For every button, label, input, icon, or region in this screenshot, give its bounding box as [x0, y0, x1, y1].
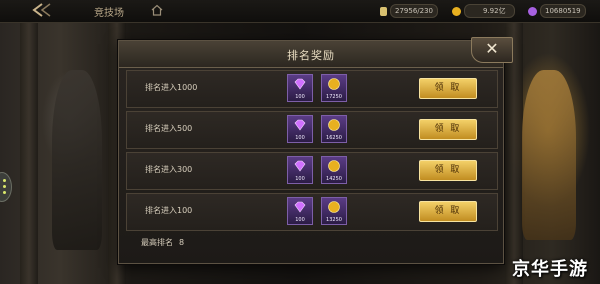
gem-value: 10680519: [540, 4, 586, 18]
gem-counter: 10680519: [528, 4, 586, 18]
gold-coin-icon: [328, 119, 340, 131]
close-button[interactable]: ✕: [471, 37, 513, 63]
back-button[interactable]: [30, 2, 58, 18]
reward-row-label: 排名进入100: [145, 206, 193, 215]
page-title: 竞技场: [94, 8, 124, 19]
claim-button[interactable]: 领 取: [419, 119, 477, 140]
stamina-counter: 27956/230: [380, 4, 438, 18]
gold-coin-icon: [328, 78, 340, 90]
claim-button[interactable]: 领 取: [419, 160, 477, 181]
item-quantity: 14250: [326, 176, 342, 182]
gem-icon: [294, 78, 306, 90]
best-rank: 最高排名 8: [141, 237, 184, 248]
gem-icon: [294, 201, 306, 213]
item-quantity: 16250: [326, 135, 342, 141]
statue: [522, 70, 576, 240]
best-rank-value: 8: [179, 238, 185, 247]
gold-value: 9.92亿: [464, 4, 515, 18]
gem-reward-item[interactable]: 100: [287, 74, 313, 102]
statue: [52, 70, 102, 250]
gold-coin-icon: [328, 160, 340, 172]
item-quantity: 100: [295, 217, 305, 223]
reward-row: 排名进入100 100 13250 领 取: [126, 193, 498, 231]
dialog-title: 排名奖励: [287, 49, 335, 62]
gold-coin-icon: [328, 201, 340, 213]
gem-icon: [528, 6, 537, 16]
dialog-header: 排名奖励: [119, 41, 503, 68]
top-bar: 竞技场 27956/230 9.92亿 10680519: [0, 0, 600, 23]
pillar: [20, 22, 38, 284]
lightning-icon: [380, 6, 387, 16]
best-rank-label: 最高排名: [141, 238, 173, 247]
gem-icon: [294, 160, 306, 172]
gem-reward-item[interactable]: 100: [287, 197, 313, 225]
reward-row: 排名进入1000 100 17250 领 取: [126, 70, 498, 108]
claim-button[interactable]: 领 取: [419, 201, 477, 222]
reward-list: 排名进入1000 100 17250 领 取 排名进入500 100 16250…: [126, 70, 498, 234]
reward-row: 排名进入500 100 16250 领 取: [126, 111, 498, 149]
claim-button[interactable]: 领 取: [419, 78, 477, 99]
stamina-value: 27956/230: [390, 4, 438, 18]
item-quantity: 17250: [326, 94, 342, 100]
home-icon[interactable]: [151, 4, 163, 16]
back-arrow-icon: [32, 3, 51, 17]
item-quantity: 13250: [326, 217, 342, 223]
reward-row: 排名进入300 100 14250 领 取: [126, 152, 498, 190]
coin-reward-item[interactable]: 14250: [321, 156, 347, 184]
gold-coin-icon: [452, 6, 461, 16]
item-quantity: 100: [295, 94, 305, 100]
item-quantity: 100: [295, 135, 305, 141]
gem-reward-item[interactable]: 100: [287, 156, 313, 184]
close-icon: ✕: [485, 39, 499, 58]
gem-reward-item[interactable]: 100: [287, 115, 313, 143]
coin-reward-item[interactable]: 13250: [321, 197, 347, 225]
coin-reward-item[interactable]: 16250: [321, 115, 347, 143]
item-quantity: 100: [295, 176, 305, 182]
reward-row-label: 排名进入1000: [145, 83, 198, 92]
gold-counter: 9.92亿: [452, 4, 515, 18]
reward-row-label: 排名进入500: [145, 124, 193, 133]
gem-icon: [294, 119, 306, 131]
coin-reward-item[interactable]: 17250: [321, 74, 347, 102]
rank-reward-dialog: 排名奖励 ✕ 排名进入1000 100 17250 领 取 排名进入500 10…: [118, 37, 513, 264]
reward-row-label: 排名进入300: [145, 165, 193, 174]
watermark: 京华手游: [512, 259, 588, 280]
